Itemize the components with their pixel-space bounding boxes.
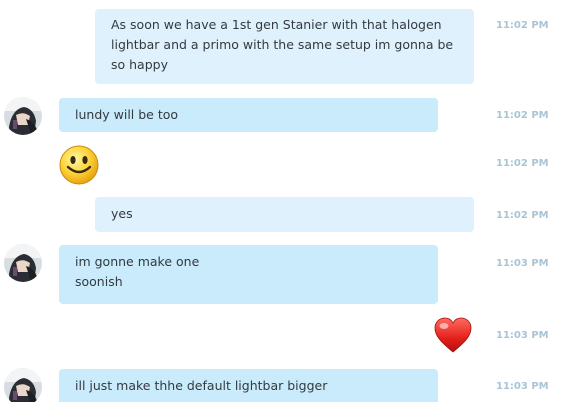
message-text-line: im gonne make one (75, 254, 200, 269)
message-timestamp: 11:02 PM (496, 210, 549, 221)
message-timestamp: 11:03 PM (496, 381, 549, 392)
contact-avatar[interactable] (4, 244, 42, 282)
message-timestamp: 11:02 PM (496, 110, 549, 121)
message-text-line: so happy (111, 57, 168, 72)
message-text-line: yes (111, 206, 133, 221)
contact-avatar[interactable] (4, 97, 42, 135)
message-text-line: As soon we have a 1st gen Stanier with t… (111, 17, 442, 32)
message-bubble-incoming[interactable]: ill just make thhe default lightbar bigg… (59, 369, 438, 402)
message-bubble-incoming[interactable]: im gonne make one soonish (59, 245, 438, 304)
contact-avatar[interactable] (4, 368, 42, 402)
message-timestamp: 11:03 PM (496, 330, 549, 341)
message-text-line: lightbar and a primo with the same setup… (111, 37, 454, 52)
message-bubble-incoming[interactable]: lundy will be too (59, 98, 438, 132)
message-timestamp: 11:02 PM (496, 158, 549, 169)
message-text-line: lundy will be too (75, 107, 179, 122)
message-timestamp: 11:02 PM (496, 20, 549, 31)
message-timestamp: 11:03 PM (496, 258, 549, 269)
heart-emoticon[interactable] (433, 316, 473, 354)
message-bubble-outgoing[interactable]: yes (95, 197, 474, 232)
message-text-line: ill just make thhe default lightbar bigg… (75, 378, 328, 393)
message-bubble-outgoing[interactable]: As soon we have a 1st gen Stanier with t… (95, 9, 474, 84)
message-text-line: soonish (75, 274, 123, 289)
smiley-emoticon[interactable] (58, 144, 100, 186)
chat-history: As soon we have a 1st gen Stanier with t… (0, 0, 563, 402)
